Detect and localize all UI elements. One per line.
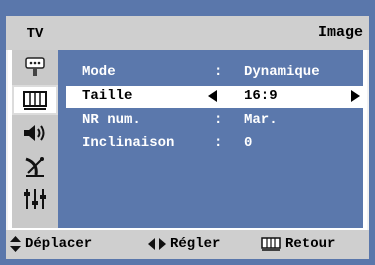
row-separator: : [214, 64, 223, 80]
tv-tab: TV [26, 26, 44, 42]
row-value: 0 [244, 135, 253, 151]
left-right-arrows-icon [148, 238, 166, 250]
title-bar [6, 16, 369, 50]
page-title: Image [317, 24, 363, 41]
left-arrow-icon[interactable] [208, 90, 217, 102]
menu-row-inclinaison[interactable]: Inclinaison : 0 [66, 133, 366, 155]
row-label: NR num. [82, 112, 141, 128]
row-value: Dynamique [244, 64, 320, 80]
row-value: Mar. [244, 112, 278, 128]
footer-adjust: Régler [148, 236, 220, 252]
footer-bar: Déplacer Régler Retour [6, 230, 369, 259]
row-label: Mode [82, 64, 116, 80]
row-label: Inclinaison [82, 135, 175, 151]
right-arrow-icon[interactable] [351, 90, 360, 102]
row-separator: : [214, 112, 223, 128]
footer-return-label: Retour [285, 236, 336, 252]
picture-icon[interactable] [12, 85, 58, 115]
footer-return: Retour [261, 236, 335, 252]
menu-row-mode[interactable]: Mode : Dynamique [66, 62, 366, 84]
footer-move: Déplacer [10, 236, 92, 252]
footer-adjust-label: Régler [170, 236, 221, 252]
menu-row-nr-num[interactable]: NR num. : Mar. [66, 110, 366, 132]
up-down-arrows-icon [10, 236, 21, 252]
menu-row-taille[interactable]: Taille 16:9 [66, 86, 366, 108]
setup-icon[interactable] [12, 184, 58, 214]
channel-icon[interactable] [12, 151, 58, 181]
sound-icon[interactable] [12, 118, 58, 148]
row-label: Taille [82, 88, 133, 104]
row-value: 16:9 [244, 88, 278, 104]
input-icon[interactable] [12, 52, 58, 82]
footer-move-label: Déplacer [25, 236, 93, 252]
row-separator: : [214, 135, 223, 151]
menu-icon [261, 237, 281, 251]
